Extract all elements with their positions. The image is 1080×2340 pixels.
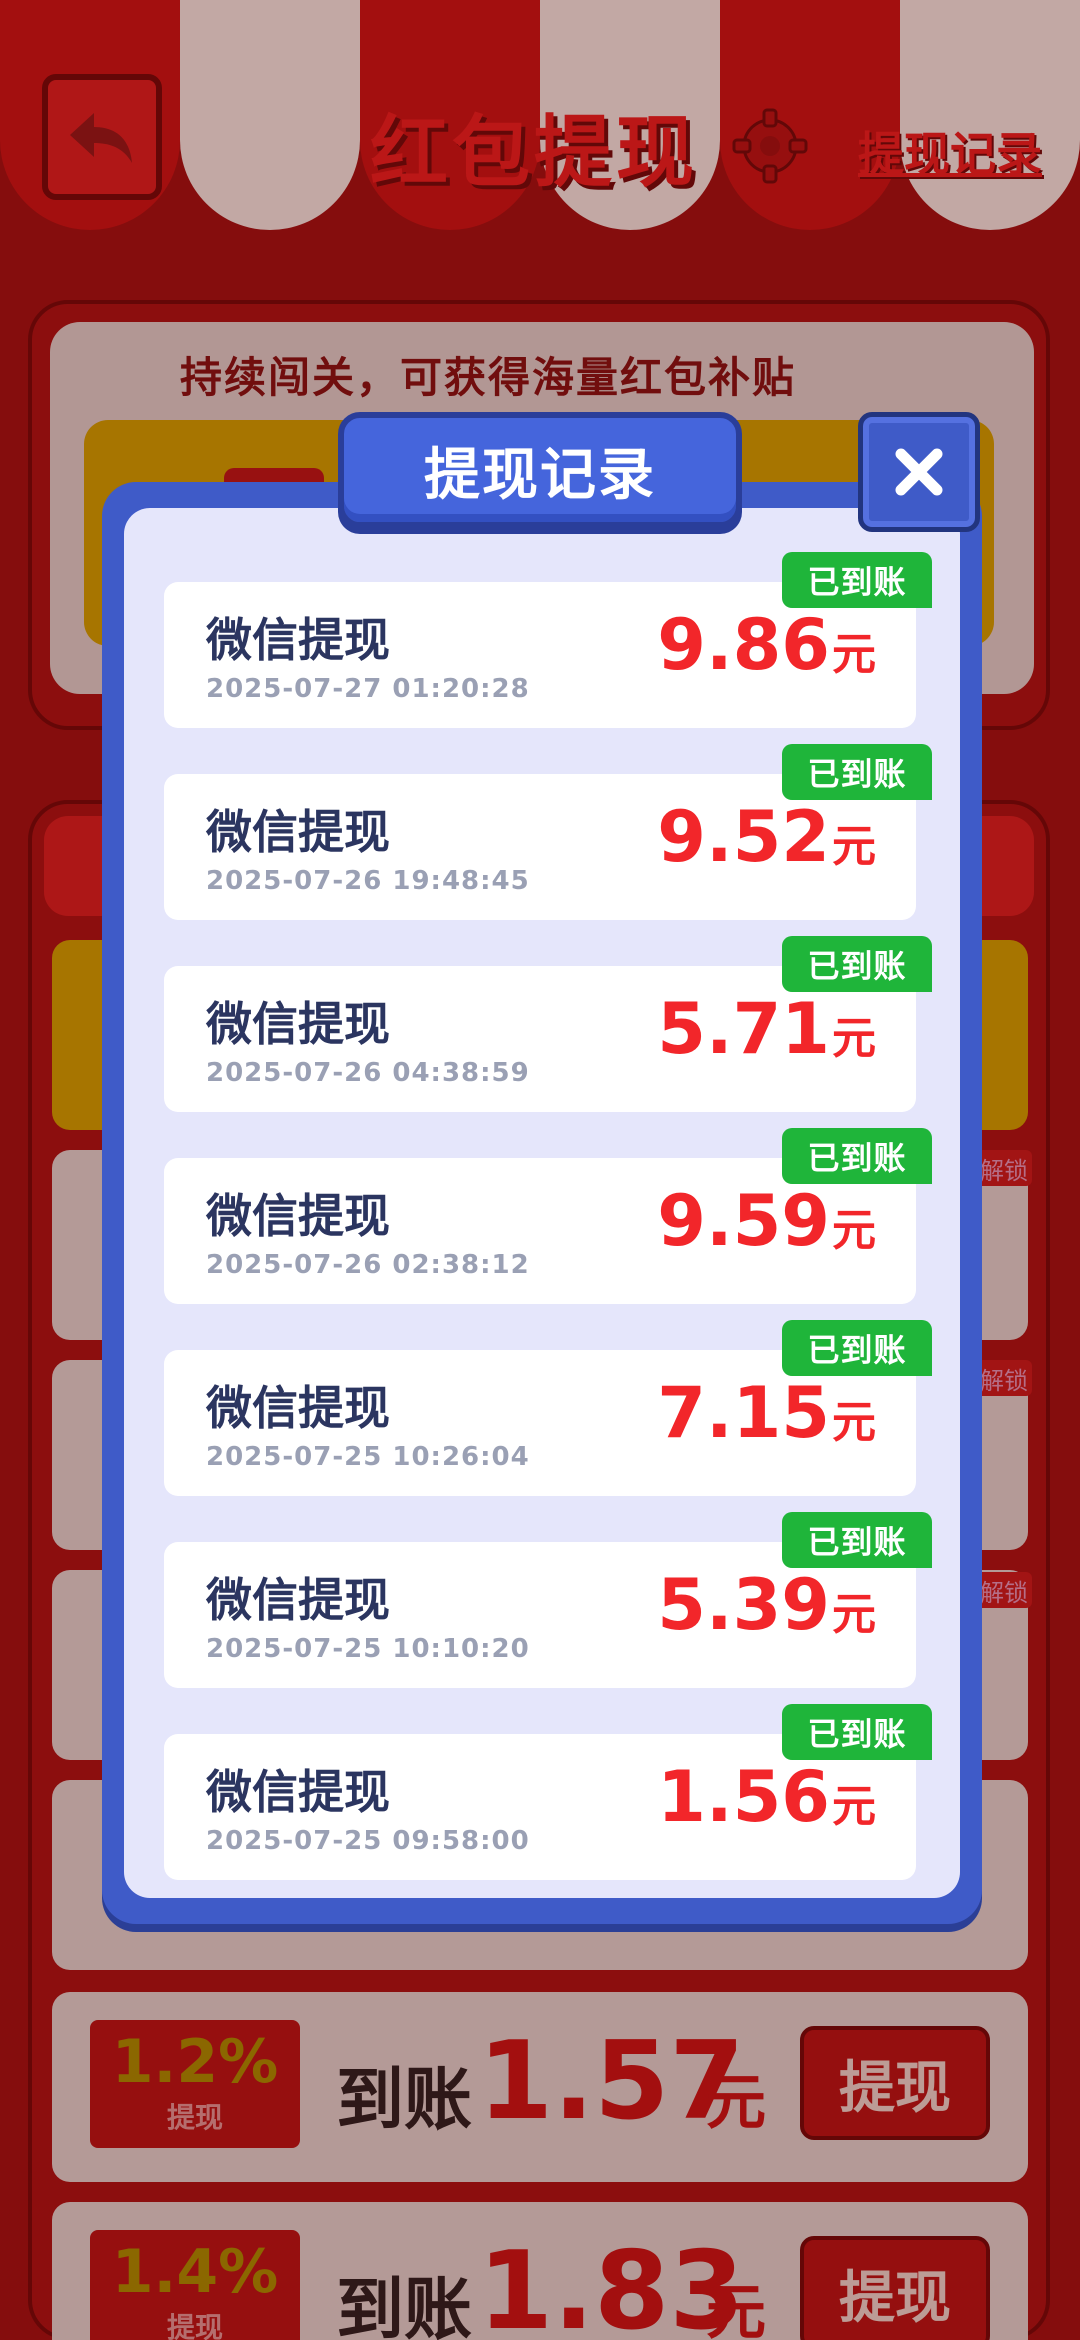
record-amount-unit: 元 bbox=[832, 1397, 876, 1448]
record-amount-value: 9.86 bbox=[657, 604, 830, 686]
record-amount-unit: 元 bbox=[832, 1205, 876, 1256]
record-amount-value: 9.52 bbox=[657, 796, 830, 878]
record-time: 2025-07-26 19:48:45 bbox=[206, 866, 530, 896]
record-time: 2025-07-25 10:10:20 bbox=[206, 1634, 530, 1664]
record-time: 2025-07-27 01:20:28 bbox=[206, 674, 530, 704]
record-amount-unit: 元 bbox=[832, 1589, 876, 1640]
close-button[interactable] bbox=[858, 412, 980, 532]
record-title: 微信提现 bbox=[206, 1573, 390, 1627]
record-amount-value: 9.59 bbox=[657, 1180, 830, 1262]
status-badge: 已到账 bbox=[782, 1704, 932, 1760]
status-badge: 已到账 bbox=[782, 936, 932, 992]
record-amount-value: 7.15 bbox=[657, 1372, 830, 1454]
record-amount-value: 1.56 bbox=[657, 1756, 830, 1838]
status-badge: 已到账 bbox=[782, 552, 932, 608]
record-amount: 7.15 元 bbox=[657, 1378, 876, 1450]
record-title: 微信提现 bbox=[206, 1381, 390, 1435]
record-amount: 5.39 元 bbox=[657, 1570, 876, 1642]
record-title: 微信提现 bbox=[206, 1189, 390, 1243]
record-amount: 1.56 元 bbox=[657, 1762, 876, 1834]
record-amount: 9.86 元 bbox=[657, 610, 876, 682]
record-amount-value: 5.71 bbox=[657, 988, 830, 1070]
status-badge: 已到账 bbox=[782, 1320, 932, 1376]
record-title: 微信提现 bbox=[206, 805, 390, 859]
record-time: 2025-07-26 04:38:59 bbox=[206, 1058, 530, 1088]
record-amount: 9.59 元 bbox=[657, 1186, 876, 1258]
record-amount-unit: 元 bbox=[832, 629, 876, 680]
record-title: 微信提现 bbox=[206, 613, 390, 667]
record-time: 2025-07-26 02:38:12 bbox=[206, 1250, 530, 1280]
status-badge: 已到账 bbox=[782, 1512, 932, 1568]
record-title: 微信提现 bbox=[206, 997, 390, 1051]
status-badge: 已到账 bbox=[782, 744, 932, 800]
record-amount: 9.52 元 bbox=[657, 802, 876, 874]
modal-title: 提现记录 bbox=[338, 412, 742, 528]
record-amount-unit: 元 bbox=[832, 821, 876, 872]
status-badge: 已到账 bbox=[782, 1128, 932, 1184]
record-time: 2025-07-25 10:26:04 bbox=[206, 1442, 530, 1472]
record-amount-value: 5.39 bbox=[657, 1564, 830, 1646]
record-amount: 5.71 元 bbox=[657, 994, 876, 1066]
record-time: 2025-07-25 09:58:00 bbox=[206, 1826, 530, 1856]
record-amount-unit: 元 bbox=[832, 1013, 876, 1064]
close-icon bbox=[895, 448, 943, 496]
record-amount-unit: 元 bbox=[832, 1781, 876, 1832]
record-title: 微信提现 bbox=[206, 1765, 390, 1819]
